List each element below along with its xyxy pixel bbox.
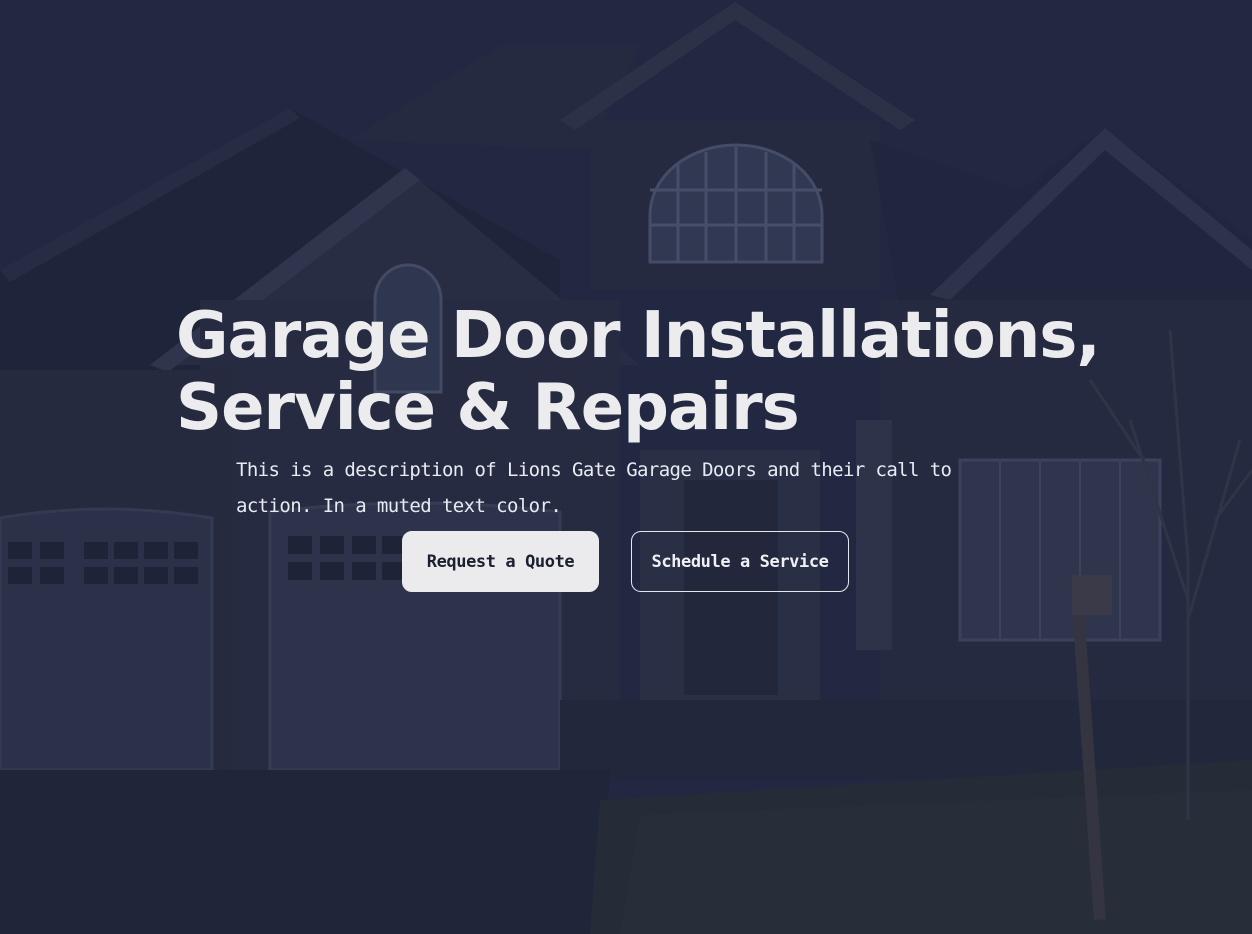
hero-section: Garage Door Installations, Service & Rep…	[0, 0, 1252, 934]
request-quote-button[interactable]: Request a Quote	[402, 531, 599, 592]
hero-description: This is a description of Lions Gate Gara…	[236, 459, 952, 517]
hero-headline: Garage Door Installations, Service & Rep…	[176, 300, 1176, 444]
headline-line-1: Garage Door Installations,	[176, 299, 1101, 373]
schedule-service-button[interactable]: Schedule a Service	[631, 531, 849, 592]
headline-line-2: Service & Repairs	[176, 371, 800, 445]
